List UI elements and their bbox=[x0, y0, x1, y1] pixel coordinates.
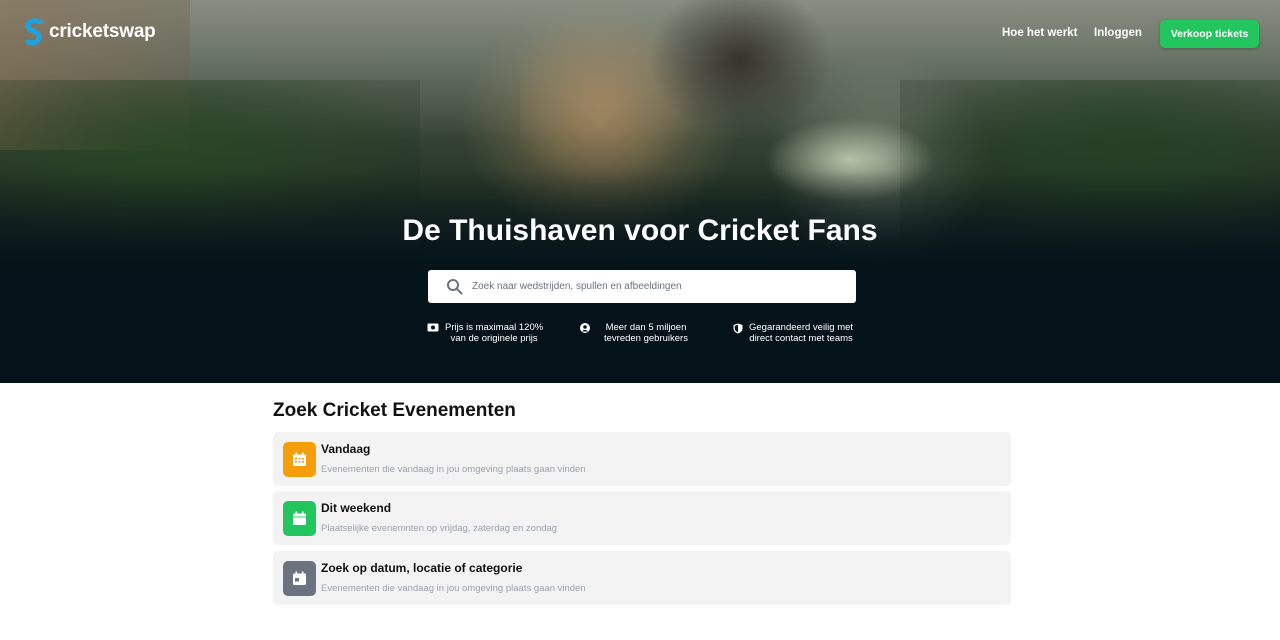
event-card-today[interactable]: Vandaag Evenementen die vandaag in jou o… bbox=[273, 432, 1011, 486]
search-input[interactable] bbox=[472, 270, 842, 303]
event-card-desc: Plaatselijke evenemnten op vrijdag, zate… bbox=[321, 523, 558, 534]
feature-list: Prijs is maximaal 120% van de originele … bbox=[0, 322, 1280, 352]
event-card-title: Dit weekend bbox=[321, 501, 392, 515]
feature-line2: direct contact met teams bbox=[749, 333, 853, 344]
feature-line1: Meer dan 5 miljoen bbox=[605, 322, 687, 333]
event-card-title: Vandaag bbox=[321, 442, 371, 456]
search-bar[interactable] bbox=[428, 270, 856, 303]
event-card-weekend[interactable]: Dit weekend Plaatselijke evenemnten op v… bbox=[273, 491, 1011, 545]
brand-logo[interactable]: cricketswap bbox=[23, 18, 156, 46]
feature-line1: Gegarandeerd veilig met bbox=[749, 322, 854, 333]
feature-line1: Prijs is maximaal 120% bbox=[445, 322, 544, 333]
event-icon-badge bbox=[283, 561, 316, 596]
events-section-title: Zoek Cricket Evenementen bbox=[273, 400, 516, 421]
cash-icon bbox=[427, 323, 439, 332]
event-icon-badge bbox=[283, 501, 316, 536]
calendar-date-icon bbox=[293, 571, 306, 585]
nav-how-it-works[interactable]: Hoe het werkt bbox=[1002, 27, 1077, 39]
nav-login[interactable]: Inloggen bbox=[1094, 27, 1142, 39]
site-header: cricketswap Hoe het werkt Inloggen Verko… bbox=[0, 0, 1280, 68]
feature-line2: tevreden gebruikers bbox=[604, 333, 688, 344]
hero-title: De Thuishaven voor Cricket Fans bbox=[402, 214, 878, 247]
sell-tickets-button[interactable]: Verkoop tickets bbox=[1160, 20, 1259, 48]
logo-icon bbox=[25, 18, 43, 46]
feature-safe: Gegarandeerd veilig met direct contact m… bbox=[733, 322, 853, 344]
feature-price-cap: Prijs is maximaal 120% van de originele … bbox=[427, 322, 543, 344]
user-icon bbox=[580, 323, 590, 333]
event-card-search-date[interactable]: Zoek op datum, locatie of categorie Even… bbox=[273, 551, 1011, 605]
search-icon bbox=[447, 279, 463, 295]
feature-line2: van de originele prijs bbox=[450, 333, 538, 344]
shield-icon bbox=[733, 323, 743, 334]
calendar-grid-icon bbox=[293, 452, 306, 466]
calendar-weekend-icon bbox=[293, 511, 306, 525]
event-card-desc: Evenementen die vandaag in jou omgeving … bbox=[321, 583, 586, 594]
feature-users: Meer dan 5 miljoen tevreden gebruikers bbox=[580, 322, 688, 344]
event-icon-badge bbox=[283, 442, 316, 477]
brand-name: cricketswap bbox=[49, 21, 156, 42]
event-card-title: Zoek op datum, locatie of categorie bbox=[321, 561, 523, 575]
event-card-desc: Evenementen die vandaag in jou omgeving … bbox=[321, 464, 586, 475]
